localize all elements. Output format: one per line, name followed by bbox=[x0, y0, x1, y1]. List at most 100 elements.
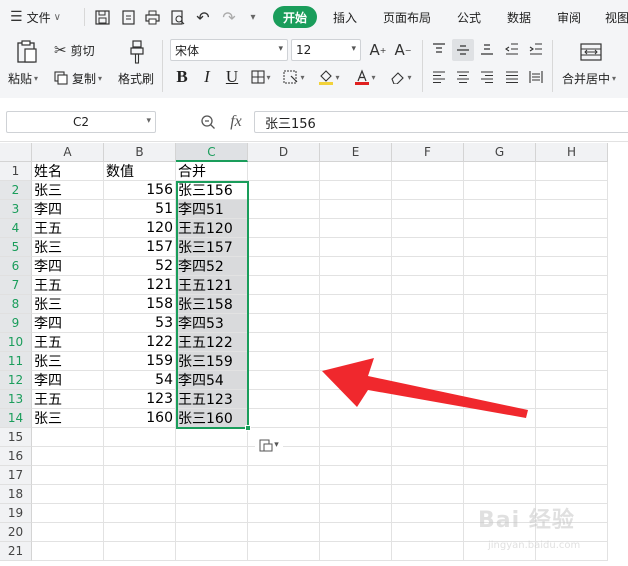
cell-a15[interactable] bbox=[32, 428, 104, 447]
cell-b1[interactable]: 数值 bbox=[104, 162, 176, 181]
cell-d8[interactable] bbox=[248, 295, 320, 314]
cell-a12[interactable]: 李四 bbox=[32, 371, 104, 390]
cell-b11[interactable]: 159 bbox=[104, 352, 176, 371]
cell-h14[interactable] bbox=[536, 409, 608, 428]
cell-e19[interactable] bbox=[320, 504, 392, 523]
cell-c17[interactable] bbox=[176, 466, 248, 485]
cell-a19[interactable] bbox=[32, 504, 104, 523]
cell-f17[interactable] bbox=[392, 466, 464, 485]
cell-a4[interactable]: 王五 bbox=[32, 219, 104, 238]
cell-h5[interactable] bbox=[536, 238, 608, 257]
cell-h8[interactable] bbox=[536, 295, 608, 314]
clipboard-icon[interactable] bbox=[12, 38, 42, 66]
align-right-icon[interactable] bbox=[478, 68, 496, 86]
cell-a9[interactable]: 李四 bbox=[32, 314, 104, 333]
cell-a20[interactable] bbox=[32, 523, 104, 542]
cell-a21[interactable] bbox=[32, 542, 104, 561]
cell-a11[interactable]: 张三 bbox=[32, 352, 104, 371]
cell-d3[interactable] bbox=[248, 200, 320, 219]
cell-c5[interactable]: 张三157 bbox=[176, 238, 248, 257]
cell-f13[interactable] bbox=[392, 390, 464, 409]
cell-f12[interactable] bbox=[392, 371, 464, 390]
cell-e20[interactable] bbox=[320, 523, 392, 542]
cell-a17[interactable] bbox=[32, 466, 104, 485]
cell-e15[interactable] bbox=[320, 428, 392, 447]
cell-h18[interactable] bbox=[536, 485, 608, 504]
cell-h6[interactable] bbox=[536, 257, 608, 276]
row-header[interactable]: 9 bbox=[0, 314, 32, 333]
row-header[interactable]: 7 bbox=[0, 276, 32, 295]
cell-f5[interactable] bbox=[392, 238, 464, 257]
cell-b21[interactable] bbox=[104, 542, 176, 561]
cell-e14[interactable] bbox=[320, 409, 392, 428]
cell-e13[interactable] bbox=[320, 390, 392, 409]
cell-d14[interactable] bbox=[248, 409, 320, 428]
cell-g8[interactable] bbox=[464, 295, 536, 314]
column-header-d[interactable]: D bbox=[248, 143, 320, 162]
cell-e3[interactable] bbox=[320, 200, 392, 219]
decrease-font-size-icon[interactable]: A − bbox=[393, 39, 413, 61]
cell-c7[interactable]: 王五121 bbox=[176, 276, 248, 295]
cell-h10[interactable] bbox=[536, 333, 608, 352]
fill-color-button[interactable]: ▾ bbox=[314, 66, 344, 88]
select-all-corner[interactable] bbox=[0, 143, 32, 162]
cell-f10[interactable] bbox=[392, 333, 464, 352]
row-header[interactable]: 2 bbox=[0, 181, 32, 200]
tab-formulas[interactable]: 公式 bbox=[457, 7, 481, 27]
cell-g7[interactable] bbox=[464, 276, 536, 295]
undo-icon[interactable]: ↶ bbox=[193, 7, 213, 27]
row-header[interactable]: 21 bbox=[0, 542, 32, 561]
cell-h21[interactable] bbox=[536, 542, 608, 561]
cell-g2[interactable] bbox=[464, 181, 536, 200]
cell-d6[interactable] bbox=[248, 257, 320, 276]
cell-h13[interactable] bbox=[536, 390, 608, 409]
row-header[interactable]: 5 bbox=[0, 238, 32, 257]
cell-c12[interactable]: 李四54 bbox=[176, 371, 248, 390]
cell-e16[interactable] bbox=[320, 447, 392, 466]
cell-g15[interactable] bbox=[464, 428, 536, 447]
cell-b9[interactable]: 53 bbox=[104, 314, 176, 333]
cell-c10[interactable]: 王五122 bbox=[176, 333, 248, 352]
cell-b3[interactable]: 51 bbox=[104, 200, 176, 219]
row-header[interactable]: 14 bbox=[0, 409, 32, 428]
font-family-select[interactable]: 宋体 ▾ bbox=[170, 39, 288, 61]
cell-d7[interactable] bbox=[248, 276, 320, 295]
cell-c20[interactable] bbox=[176, 523, 248, 542]
cell-b20[interactable] bbox=[104, 523, 176, 542]
cell-f19[interactable] bbox=[392, 504, 464, 523]
cell-d19[interactable] bbox=[248, 504, 320, 523]
underline-button[interactable]: U bbox=[222, 66, 242, 88]
save-icon[interactable] bbox=[92, 7, 112, 27]
cell-g1[interactable] bbox=[464, 162, 536, 181]
cell-b6[interactable]: 52 bbox=[104, 257, 176, 276]
font-size-select[interactable]: 12 ▾ bbox=[291, 39, 361, 61]
cell-g11[interactable] bbox=[464, 352, 536, 371]
insert-function-button[interactable]: fx bbox=[224, 111, 248, 133]
align-top-icon[interactable] bbox=[430, 40, 448, 58]
cell-a10[interactable]: 王五 bbox=[32, 333, 104, 352]
cell-h12[interactable] bbox=[536, 371, 608, 390]
cell-b17[interactable] bbox=[104, 466, 176, 485]
cell-e11[interactable] bbox=[320, 352, 392, 371]
row-header[interactable]: 12 bbox=[0, 371, 32, 390]
tab-home[interactable]: 开始 bbox=[273, 6, 318, 28]
cell-e4[interactable] bbox=[320, 219, 392, 238]
paste-button[interactable]: 粘贴 ▾ bbox=[8, 68, 38, 88]
cell-f15[interactable] bbox=[392, 428, 464, 447]
cell-h1[interactable] bbox=[536, 162, 608, 181]
cell-g18[interactable] bbox=[464, 485, 536, 504]
cell-d9[interactable] bbox=[248, 314, 320, 333]
cell-c14[interactable]: 张三160 bbox=[176, 409, 248, 428]
row-header[interactable]: 10 bbox=[0, 333, 32, 352]
cell-a13[interactable]: 王五 bbox=[32, 390, 104, 409]
cell-g13[interactable] bbox=[464, 390, 536, 409]
cell-f14[interactable] bbox=[392, 409, 464, 428]
cell-b2[interactable]: 156 bbox=[104, 181, 176, 200]
column-header-h[interactable]: H bbox=[536, 143, 608, 162]
formula-input[interactable]: 张三156 bbox=[254, 111, 628, 133]
cell-h4[interactable] bbox=[536, 219, 608, 238]
cell-d11[interactable] bbox=[248, 352, 320, 371]
cell-b14[interactable]: 160 bbox=[104, 409, 176, 428]
cell-b10[interactable]: 122 bbox=[104, 333, 176, 352]
cell-e2[interactable] bbox=[320, 181, 392, 200]
